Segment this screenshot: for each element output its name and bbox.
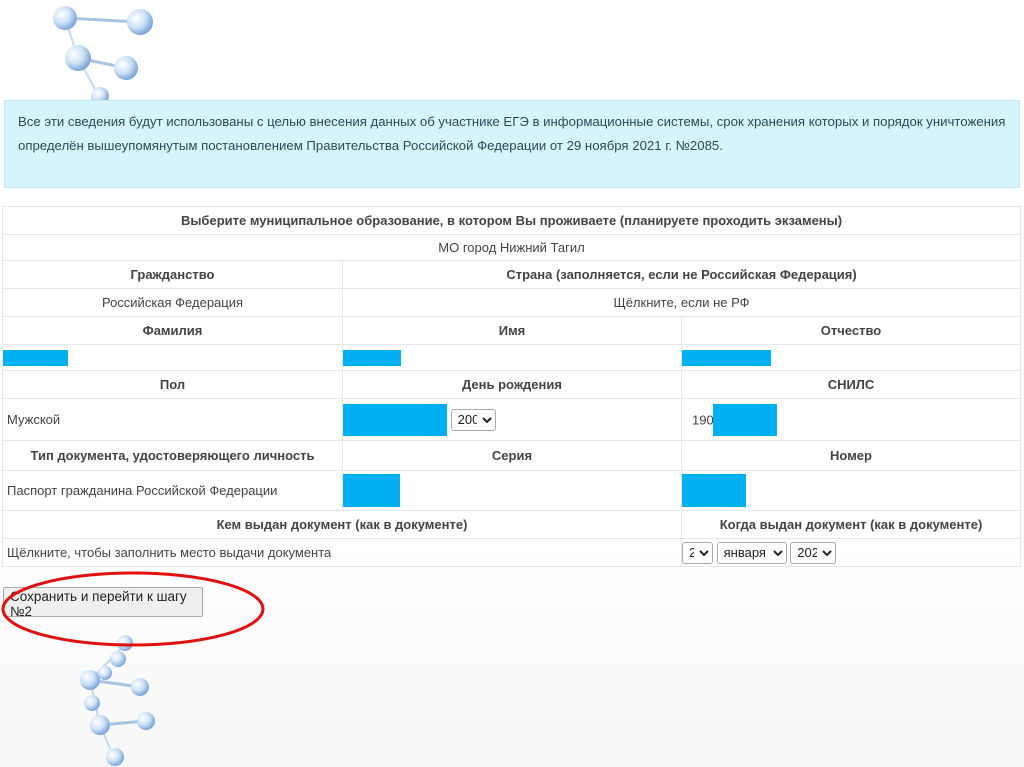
citizenship-header: Гражданство	[2, 260, 343, 289]
issued-when-header: Когда выдан документ (как в документе)	[680, 510, 1022, 539]
country-header: Страна (заполняется, если не Российская …	[341, 260, 1022, 289]
birth-year-select[interactable]: 2009	[450, 408, 496, 431]
name-header: Имя	[342, 316, 682, 345]
number-redaction	[682, 474, 746, 507]
snils-redaction	[713, 403, 778, 436]
doc-type-select[interactable]: Паспорт гражданина Российской Федерации	[2, 470, 343, 511]
snils-field[interactable]: 190-3	[680, 398, 1022, 441]
municipality-select[interactable]: МО город Нижний Тагил	[1, 234, 1022, 261]
registration-form-table: Выберите муниципальное образование, в ко…	[1, 206, 1022, 567]
patronymic-redaction	[682, 349, 771, 366]
data-usage-notice: Все эти сведения будут использованы с це…	[4, 100, 1020, 188]
red-circle-annotation	[1, 571, 265, 647]
snils-header: СНИЛС	[680, 370, 1022, 399]
issued-by-field[interactable]: Щёлкните, чтобы заполнить место выдачи д…	[2, 538, 682, 567]
birthday-redaction	[343, 403, 447, 436]
notice-line-2: определён вышеупомянутым постановлением …	[18, 138, 723, 153]
number-header: Номер	[680, 440, 1022, 471]
doc-type-header: Тип документа, удостоверяющего личность	[2, 440, 343, 471]
surname-header: Фамилия	[2, 316, 343, 345]
birthday-header: День рождения	[342, 370, 682, 399]
name-redaction	[343, 349, 401, 366]
surname-field[interactable]	[2, 344, 343, 371]
issued-when-field: 21 января 2026	[680, 538, 1022, 567]
country-field[interactable]: Щёлкните, если не РФ	[341, 288, 1022, 317]
number-field[interactable]	[680, 470, 1022, 511]
patronymic-field[interactable]	[680, 344, 1022, 371]
sex-select[interactable]: Мужской	[2, 398, 343, 441]
issue-year-select[interactable]: 2026	[790, 541, 837, 564]
patronymic-header: Отчество	[680, 316, 1022, 345]
name-field[interactable]	[342, 344, 682, 371]
series-header: Серия	[342, 440, 682, 471]
issue-day-select[interactable]: 21	[682, 541, 713, 564]
issue-month-select[interactable]: января	[716, 541, 787, 564]
series-redaction	[343, 474, 400, 507]
sex-header: Пол	[2, 370, 343, 399]
municipality-header: Выберите муниципальное образование, в ко…	[1, 206, 1022, 235]
molecule-decoration-top	[53, 6, 153, 102]
issued-by-header: Кем выдан документ (как в документе)	[2, 510, 682, 539]
notice-line-1: Все эти сведения будут использованы с це…	[18, 114, 1006, 129]
citizenship-select[interactable]: Российская Федерация	[2, 288, 343, 317]
series-field[interactable]	[342, 470, 682, 511]
surname-redaction	[3, 349, 68, 366]
birthday-field: 2009	[342, 398, 682, 441]
